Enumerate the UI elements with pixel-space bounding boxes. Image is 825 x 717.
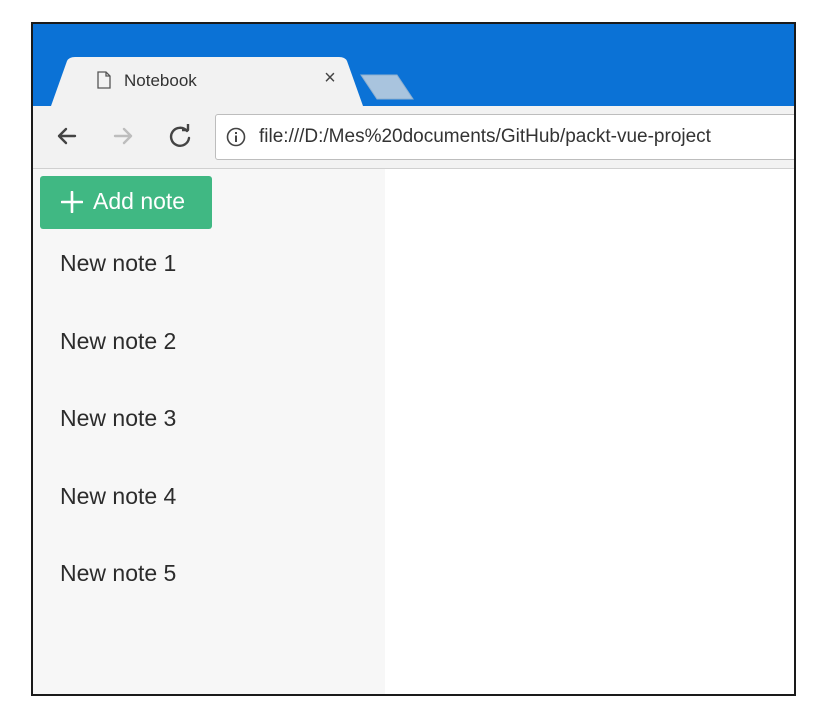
add-note-button[interactable]: Add note [40,176,212,229]
tab-notebook[interactable]: Notebook × [51,57,363,106]
reload-icon[interactable] [164,120,196,152]
note-item-3[interactable]: New note 3 [33,405,385,483]
info-icon[interactable] [226,127,246,147]
url-text[interactable]: file:///D:/Mes%20documents/GitHub/packt-… [259,126,711,148]
add-note-label: Add note [93,188,186,214]
note-item-4[interactable]: New note 4 [33,483,385,561]
back-arrow-icon[interactable] [51,120,83,152]
page-content: Add note New note 1 New note 2 New note … [33,169,794,694]
browser-toolbar: file:///D:/Mes%20documents/GitHub/packt-… [33,106,794,169]
browser-window: Notebook × file:///D:/Mes%20documents/Gi… [31,22,796,696]
tab-title: Notebook [124,71,197,90]
new-tab-icon[interactable] [359,73,415,101]
notes-sidebar: Add note New note 1 New note 2 New note … [33,169,385,694]
tab-close-icon[interactable]: × [319,67,341,89]
page-icon [97,71,111,89]
plus-icon [60,190,84,214]
forward-arrow-icon[interactable] [107,120,139,152]
note-item-2[interactable]: New note 2 [33,328,385,406]
note-item-5[interactable]: New note 5 [33,560,385,638]
note-item-1[interactable]: New note 1 [33,250,385,328]
note-list: New note 1 New note 2 New note 3 New not… [33,250,385,638]
tab-strip: Notebook × [33,24,794,106]
address-bar[interactable]: file:///D:/Mes%20documents/GitHub/packt-… [215,114,794,160]
